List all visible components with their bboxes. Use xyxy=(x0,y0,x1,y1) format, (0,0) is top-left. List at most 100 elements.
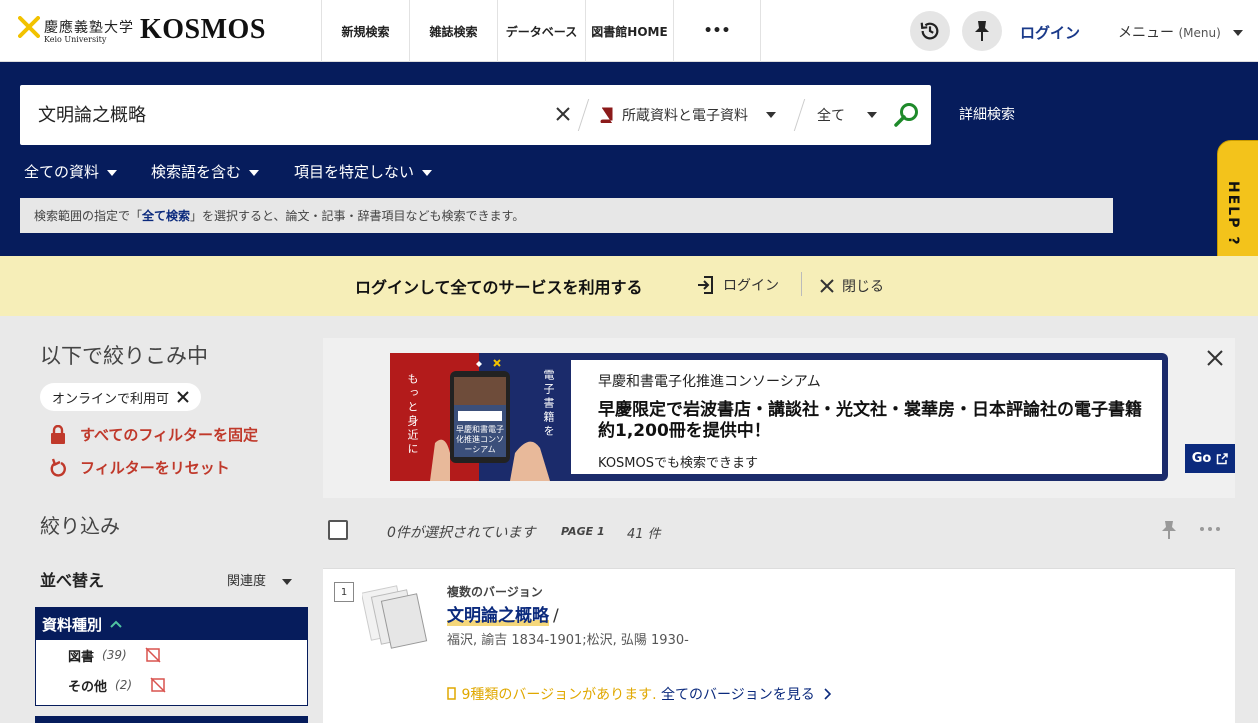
filter-material-dropdown[interactable]: 全ての資料 xyxy=(24,161,118,182)
active-filter-chip[interactable]: オンラインで利用可 xyxy=(40,383,202,411)
pin-icon[interactable] xyxy=(1160,520,1178,540)
page-label: PAGE 1 xyxy=(561,525,605,538)
scope-select[interactable]: 所蔵資料と電子資料 xyxy=(600,105,776,125)
close-icon xyxy=(820,279,834,293)
filter-material-label: 全ての資料 xyxy=(24,163,100,181)
banner-close-button[interactable]: 閉じる xyxy=(820,276,884,296)
result-author: 福沢, 諭吉 1834-1901;松沢, 弘陽 1930- xyxy=(447,633,689,648)
banner-login-label: ログイン xyxy=(723,278,779,294)
chevron-right-icon xyxy=(824,688,832,700)
promo-image-mid-text: 早慶和書電子化推進コンソーシアム xyxy=(456,425,504,454)
search-input[interactable] xyxy=(38,99,538,129)
scope-label: 所蔵資料と電子資料 xyxy=(622,108,748,124)
lock-filters-link[interactable]: すべてのフィルターを固定 xyxy=(50,424,258,445)
facet-item-count: (39) xyxy=(102,648,127,662)
divider xyxy=(801,272,802,296)
chevron-up-icon xyxy=(110,620,122,628)
promo-image-left-text: もっと身近に xyxy=(406,373,419,457)
facet-item-label: その他 xyxy=(68,679,108,695)
login-banner-text: ログインして全てのサービスを利用する xyxy=(355,278,643,297)
result-number: 1 xyxy=(334,582,354,602)
versions-link[interactable]: 9種類のバージョンがあります. 全てのバージョンを見る xyxy=(447,684,832,704)
reset-icon xyxy=(50,458,66,477)
filter-match-dropdown[interactable]: 検索語を含む xyxy=(151,161,260,182)
lock-filters-label: すべてのフィルターを固定 xyxy=(80,426,259,444)
field-select[interactable]: 全て xyxy=(817,105,877,125)
filter-field-label: 項目を特定しない xyxy=(294,163,415,181)
facet-item[interactable]: その他 (2) xyxy=(36,670,307,700)
result-type: 複数のバージョン xyxy=(447,585,543,599)
result-title-link[interactable]: 文明論之概略 / xyxy=(447,601,559,626)
nav-library-home[interactable]: 図書館HOME xyxy=(585,0,673,62)
history-icon xyxy=(920,22,939,40)
sort-label: 並べ替え xyxy=(40,571,105,590)
nav-journal-search[interactable]: 雑誌検索 xyxy=(409,0,497,62)
versions-icon xyxy=(447,687,456,700)
menu-sub-label: (Menu) xyxy=(1178,26,1221,40)
filter-match-label: 検索語を含む xyxy=(151,163,242,181)
promo-heading: 早慶和書電子化推進コンソーシアム xyxy=(598,374,821,390)
login-link[interactable]: ログイン xyxy=(1020,22,1080,43)
logo-en-text: Keio University xyxy=(44,35,107,44)
facet-header[interactable]: 資料種別 xyxy=(36,608,307,640)
promo-go-button[interactable]: Go xyxy=(1185,444,1235,473)
chevron-down-icon xyxy=(282,578,293,585)
hint-pre: 検索範囲の指定で「 xyxy=(34,209,143,223)
clear-icon[interactable] xyxy=(554,105,572,123)
keio-pen-logo-icon xyxy=(18,16,40,38)
close-icon[interactable] xyxy=(177,391,189,403)
logo-jp-text: 慶應義塾大学 xyxy=(44,20,134,36)
total-count: 41 件 xyxy=(627,527,661,542)
filter-field-dropdown[interactable]: 項目を特定しない xyxy=(294,161,433,182)
pinned-button[interactable] xyxy=(962,11,1002,51)
banner-close-label: 閉じる xyxy=(842,279,884,295)
search-icon[interactable] xyxy=(893,101,921,129)
chevron-down-icon xyxy=(1233,30,1244,36)
close-icon[interactable] xyxy=(1206,349,1224,367)
banner-login-button[interactable]: ログイン xyxy=(697,275,779,295)
reset-filters-label: フィルターをリセット xyxy=(80,459,230,477)
facet-item-count: (2) xyxy=(115,678,133,692)
help-label: HELP ? xyxy=(1225,181,1241,247)
pin-icon xyxy=(975,21,989,41)
divider xyxy=(793,99,807,131)
promo-image-right-text: 電子書籍を xyxy=(542,369,555,439)
hint-bold: 全て検索 xyxy=(142,209,191,223)
menu-button[interactable]: メニュー (Menu) xyxy=(1118,22,1244,42)
nav-new-search[interactable]: 新規検索 xyxy=(321,0,409,62)
book-icon xyxy=(600,107,613,123)
facet-title: 資料種別 xyxy=(42,615,103,634)
versions-see-all: 全てのバージョンを見る xyxy=(660,687,815,703)
more-options-icon[interactable] xyxy=(1199,524,1221,534)
chip-label: オンラインで利用可 xyxy=(52,391,170,407)
nav-database[interactable]: データベース xyxy=(497,0,585,62)
multiple-versions-icon[interactable] xyxy=(362,583,430,657)
advanced-search-link[interactable]: 詳細検索 xyxy=(959,104,1015,124)
result-title-suffix: / xyxy=(553,606,559,626)
hint-post: 」を選択すると、論文・記事・辞書項目なども検索できます。 xyxy=(190,209,525,223)
divider xyxy=(577,99,591,131)
facet-material-type: 資料種別 図書 (39) その他 (2) xyxy=(35,607,308,706)
login-icon xyxy=(698,276,713,294)
field-label: 全て xyxy=(817,108,845,124)
facet-next-header[interactable] xyxy=(35,716,308,723)
history-button[interactable] xyxy=(910,11,950,51)
site-logo[interactable]: 慶應義塾大学 Keio University KOSMOS xyxy=(18,14,278,50)
facet-item[interactable]: 図書 (39) xyxy=(36,640,307,670)
sort-value: 関連度 xyxy=(227,574,267,589)
nav-more-button[interactable]: ••• xyxy=(673,0,761,62)
logo-kosmos-text: KOSMOS xyxy=(140,14,266,45)
exclude-icon[interactable] xyxy=(150,677,166,693)
refine-title: 以下で絞りこみ中 xyxy=(40,344,208,368)
promo-main-text: 早慶限定で岩波書店・講談社・光文社・裳華房・日本評論社の電子書籍 約1,200冊… xyxy=(598,400,1142,441)
lock-icon xyxy=(51,424,65,444)
select-all-checkbox[interactable] xyxy=(328,520,348,540)
versions-count: 9種類のバージョンがあります. xyxy=(461,687,657,703)
narrow-title: 絞り込み xyxy=(40,514,120,538)
sort-select[interactable]: 関連度 xyxy=(227,570,293,589)
promo-image[interactable]: もっと身近に 電子書籍を 早慶和書電子化推進コンソーシアム xyxy=(390,353,568,481)
go-label: Go xyxy=(1191,451,1212,466)
external-link-icon xyxy=(1217,452,1229,464)
reset-filters-link[interactable]: フィルターをリセット xyxy=(50,457,230,478)
exclude-icon[interactable] xyxy=(145,647,161,663)
